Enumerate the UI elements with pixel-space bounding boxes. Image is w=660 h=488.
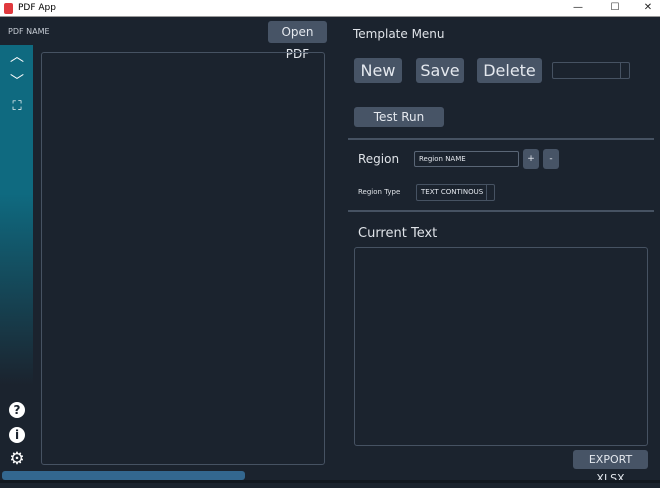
chevron-up-icon[interactable]: ︿ (8, 48, 26, 66)
sidebar: ︿ ﹀ ⛶ ? i ⚙ (0, 45, 33, 470)
test-run-button[interactable]: Test Run (354, 107, 444, 127)
pdf-name-label: PDF NAME (8, 27, 50, 36)
remove-region-button[interactable]: - (543, 149, 559, 169)
progress-fill (2, 471, 245, 480)
divider (348, 138, 654, 140)
region-type-select[interactable]: TEXT CONTINOUS (416, 184, 495, 201)
app-icon (4, 3, 13, 14)
add-region-button[interactable]: + (523, 149, 539, 169)
window-title: PDF App (18, 3, 56, 13)
close-button[interactable]: ✕ (636, 1, 660, 15)
region-type-value: TEXT CONTINOUS (421, 188, 484, 196)
region-name-input[interactable]: Region NAME (414, 151, 519, 167)
current-text-area[interactable] (354, 247, 648, 446)
fullscreen-icon[interactable]: ⛶ (8, 98, 26, 116)
gear-icon[interactable]: ⚙ (8, 450, 26, 468)
progress-bar (2, 471, 658, 480)
minimize-button[interactable]: — (566, 1, 590, 15)
region-type-label: Region Type (358, 188, 401, 196)
open-pdf-button[interactable]: Open PDF (268, 21, 327, 61)
save-button[interactable]: Save (416, 58, 464, 83)
maximize-button[interactable]: ☐ (603, 1, 627, 15)
export-xlsx-button[interactable]: EXPORT XLSX (573, 450, 648, 485)
title-bar: PDF App — ☐ ✕ (0, 0, 660, 17)
region-label: Region (358, 152, 400, 166)
pdf-viewer[interactable] (41, 52, 325, 465)
template-menu-heading: Template Menu (353, 27, 445, 41)
chevron-down-icon[interactable]: ﹀ (8, 73, 26, 91)
info-icon[interactable]: i (9, 427, 25, 443)
template-select[interactable] (552, 62, 630, 79)
divider (348, 210, 654, 212)
new-button[interactable]: New (354, 58, 402, 83)
current-text-heading: Current Text (358, 226, 438, 241)
delete-button[interactable]: Delete (477, 58, 542, 83)
help-icon[interactable]: ? (9, 402, 25, 418)
